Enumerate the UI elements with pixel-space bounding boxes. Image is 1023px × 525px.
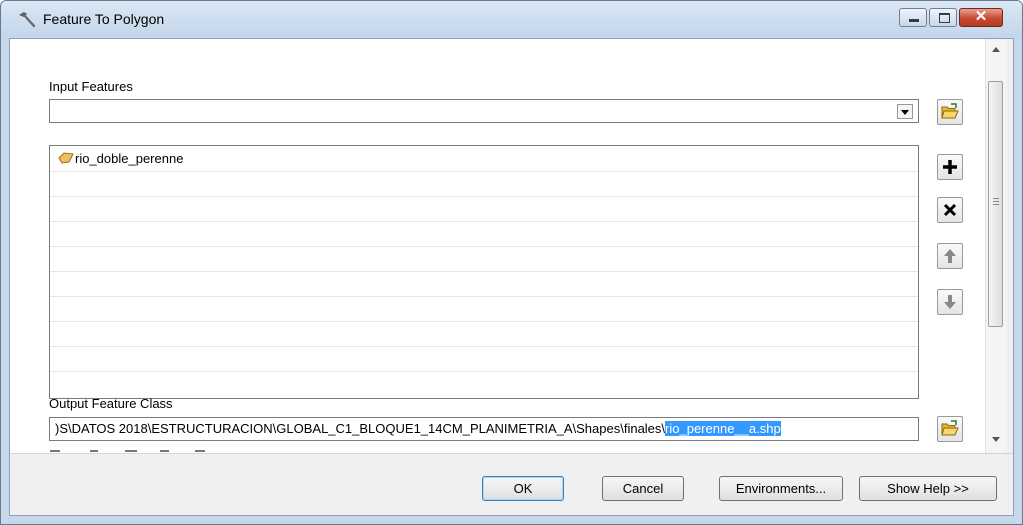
folder-open-icon xyxy=(941,103,959,119)
show-help-button[interactable]: Show Help >> xyxy=(859,476,997,501)
scrollbar-thumb[interactable] xyxy=(988,81,1003,327)
grip-line xyxy=(993,201,999,202)
move-down-icon xyxy=(944,295,956,309)
move-up-icon xyxy=(944,249,956,263)
add-icon xyxy=(943,160,957,174)
input-features-label: Input Features xyxy=(49,79,133,94)
list-item xyxy=(50,171,918,197)
hammer-icon xyxy=(19,12,36,28)
output-feature-class-label: Output Feature Class xyxy=(49,396,173,411)
browse-output-button[interactable] xyxy=(937,416,963,442)
divider xyxy=(10,453,1013,454)
list-item xyxy=(50,296,918,322)
remove-feature-button[interactable] xyxy=(937,197,963,223)
list-item xyxy=(50,321,918,347)
close-icon: ✕ xyxy=(974,8,988,25)
close-button[interactable]: ✕ xyxy=(959,8,1003,27)
move-up-button[interactable] xyxy=(937,243,963,269)
grip-line xyxy=(993,198,999,199)
list-item xyxy=(50,346,918,372)
move-down-button[interactable] xyxy=(937,289,963,315)
add-feature-button[interactable] xyxy=(937,154,963,180)
parameters-panel: Input Features rio_doble_perenne Output … xyxy=(10,39,985,453)
folder-open-icon xyxy=(941,420,959,436)
ok-button[interactable]: OK xyxy=(482,476,564,501)
maximize-button[interactable] xyxy=(929,8,957,27)
feature-to-polygon-window: Feature To Polygon ✕ Input Features rio_… xyxy=(0,0,1023,525)
list-item-label: rio_doble_perenne xyxy=(75,151,184,166)
scroll-down-icon[interactable] xyxy=(992,437,1000,442)
list-item xyxy=(50,246,918,272)
polygon-layer-icon xyxy=(58,152,74,164)
window-title: Feature To Polygon xyxy=(43,11,165,27)
remove-icon xyxy=(943,203,957,217)
list-item xyxy=(50,196,918,222)
cancel-button[interactable]: Cancel xyxy=(602,476,684,501)
vertical-scrollbar[interactable] xyxy=(985,39,1006,453)
scroll-up-icon[interactable] xyxy=(992,47,1000,52)
minimize-icon xyxy=(909,19,919,22)
grip-line xyxy=(993,204,999,205)
maximize-icon xyxy=(939,13,950,23)
output-path-selected: rio_perenne__a.shp xyxy=(665,421,781,436)
output-path-text: )S\DATOS 2018\ESTRUCTURACION\GLOBAL_C1_B… xyxy=(55,421,781,436)
list-item[interactable]: rio_doble_perenne xyxy=(50,146,918,172)
title-bar[interactable]: Feature To Polygon ✕ xyxy=(1,1,1022,37)
chevron-down-icon[interactable] xyxy=(897,104,913,119)
browse-input-button[interactable] xyxy=(937,99,963,125)
output-feature-class-field[interactable]: )S\DATOS 2018\ESTRUCTURACION\GLOBAL_C1_B… xyxy=(49,417,919,441)
input-features-combobox[interactable] xyxy=(49,99,919,123)
environments-button[interactable]: Environments... xyxy=(719,476,843,501)
dialog-client-area: Input Features rio_doble_perenne Output … xyxy=(9,38,1014,516)
list-item xyxy=(50,271,918,297)
input-features-list[interactable]: rio_doble_perenne xyxy=(49,145,919,399)
minimize-button[interactable] xyxy=(899,8,927,27)
list-item xyxy=(50,221,918,247)
output-path-prefix: )S\DATOS 2018\ESTRUCTURACION\GLOBAL_C1_B… xyxy=(55,421,666,436)
